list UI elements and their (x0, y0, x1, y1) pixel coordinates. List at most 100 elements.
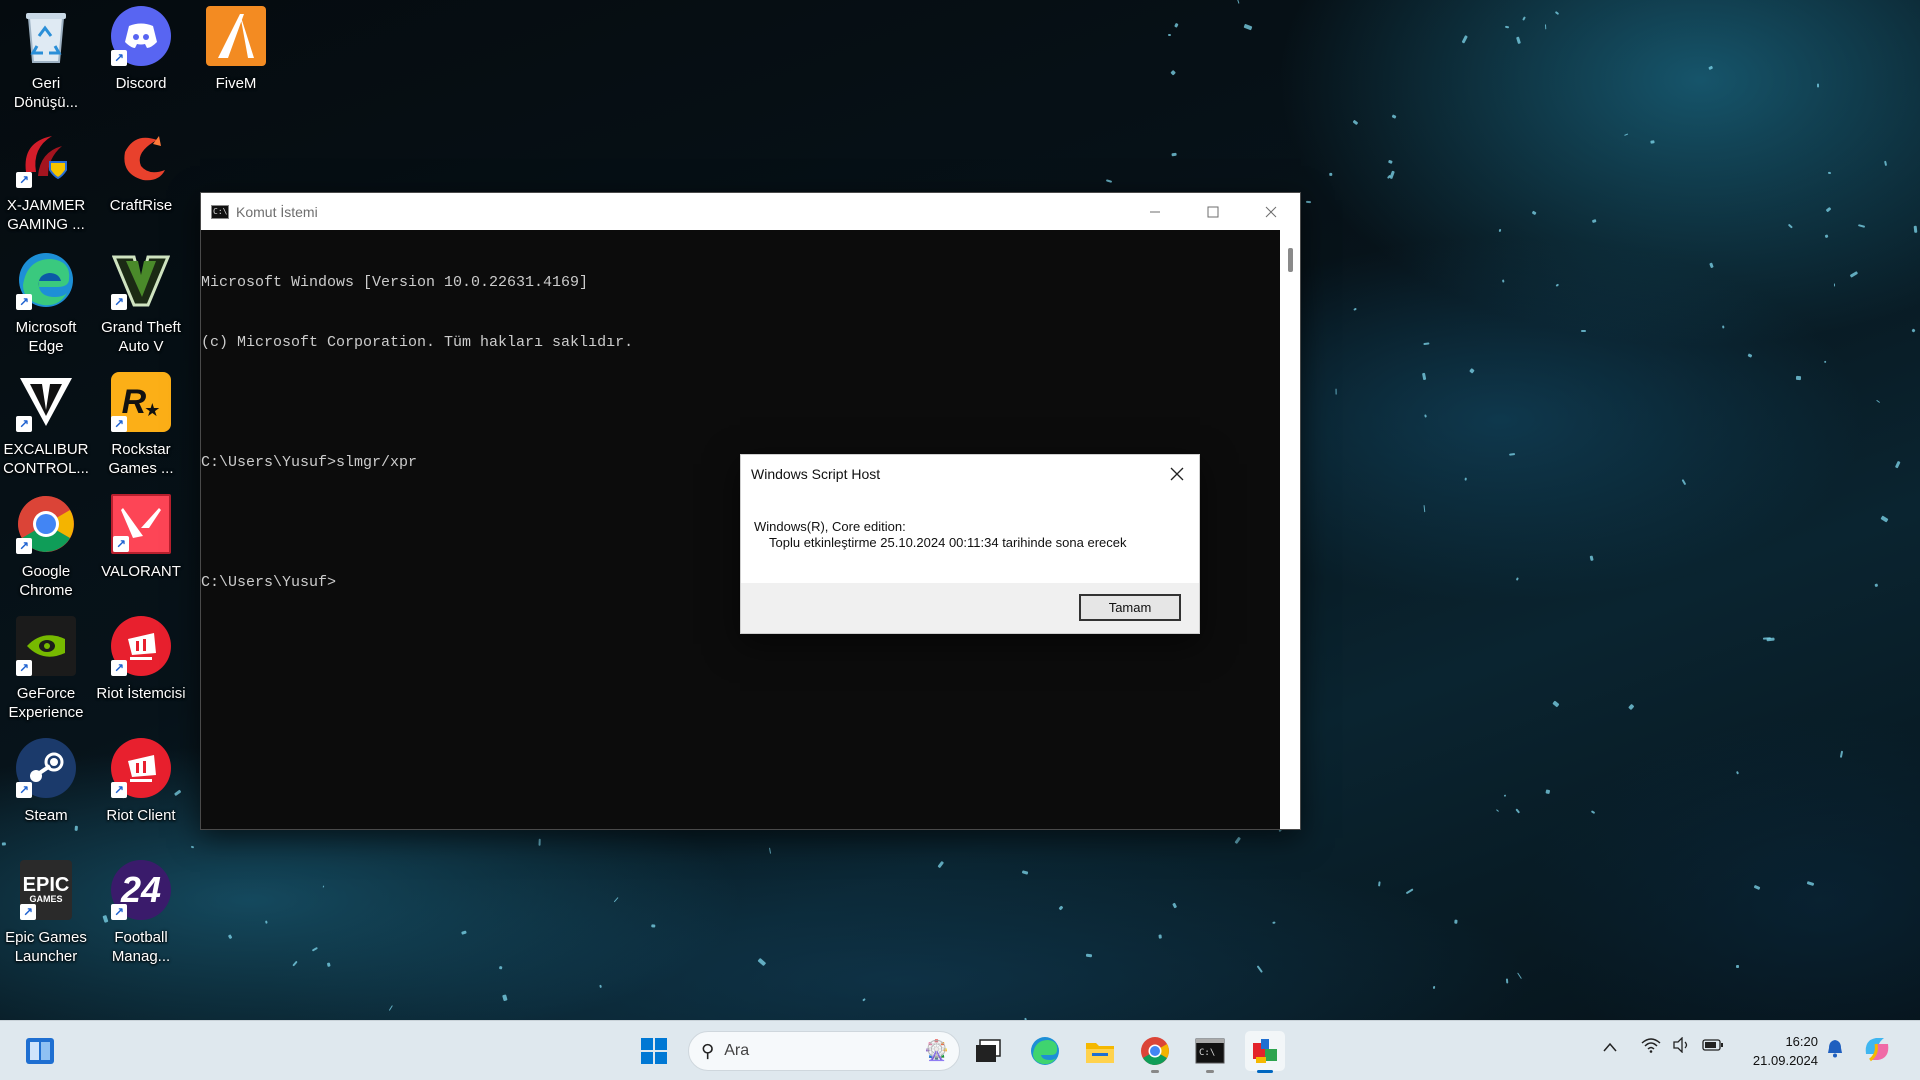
desktop-icon-steam[interactable]: ↗ Steam (1, 738, 91, 848)
epic-icon: EPIC GAMES ↗ (20, 860, 72, 920)
ok-button[interactable]: Tamam (1079, 594, 1181, 621)
wallpaper-spark (1914, 225, 1918, 234)
console-line: (c) Microsoft Corporation. Tüm hakları s… (201, 334, 634, 351)
desktop-icon-riot-istemcisi[interactable]: ↗ Riot İstemcisi (96, 616, 186, 726)
desktop-icon-epic[interactable]: EPIC GAMES ↗ Epic Games Launcher (1, 860, 91, 970)
desktop-icon-riot-client[interactable]: ↗ Riot Client (96, 738, 186, 848)
search-placeholder: Ara (724, 1042, 750, 1059)
wallpaper-spark (1158, 934, 1162, 939)
dialog-message-line2: Toplu etkinleştirme 25.10.2024 00:11:34 … (769, 535, 1127, 550)
wallpaper-spark (1839, 750, 1844, 758)
folder-icon (1086, 1043, 1114, 1063)
wallpaper-spark (498, 965, 502, 970)
desktop-icon-geforce[interactable]: ↗ GeForce Experience (1, 616, 91, 726)
clock[interactable]: 16:20 21.09.2024 (1738, 1032, 1818, 1070)
desktop-icon-fivem[interactable]: FiveM (191, 6, 281, 116)
desktop-icon-rockstar[interactable]: R ★ ↗ Rockstar Games ... (96, 372, 186, 482)
wallpaper-spark (1735, 964, 1740, 969)
wallpaper-spark (1432, 985, 1436, 990)
desktop-icon-label: Rockstar Games ... (108, 441, 174, 477)
wallpaper-spark (1763, 636, 1772, 640)
shortcut-arrow-icon: ↗ (111, 294, 127, 310)
wallpaper-spark (1627, 703, 1635, 710)
desktop-icon-label: Google Chrome (19, 563, 73, 599)
wallpaper-spark (322, 884, 325, 888)
wallpaper-spark (1389, 170, 1396, 180)
desktop-icon-label: Riot Client (106, 807, 176, 824)
wallpaper-spark (1874, 583, 1878, 587)
close-icon (1265, 206, 1277, 217)
clock-date: 21.09.2024 (1752, 1053, 1818, 1068)
wallpaper-spark (1167, 34, 1172, 37)
wallpaper-spark (1388, 160, 1393, 165)
taskbar-terminal[interactable]: C:\ (1190, 1031, 1230, 1073)
desktop-icon-excalibur[interactable]: ↗ EXCALIBUR CONTROL... (1, 372, 91, 482)
desktop-icon-football-manager[interactable]: 24 ↗ Football Manag... (96, 860, 186, 970)
shortcut-arrow-icon: ↗ (111, 660, 127, 676)
minimize-button[interactable] (1126, 193, 1184, 230)
wallpaper-spark (1423, 504, 1426, 512)
wallpaper-spark (1516, 36, 1522, 45)
shortcut-arrow-icon: ↗ (113, 536, 129, 552)
network-button[interactable] (1641, 1037, 1661, 1058)
desktop-icon-discord[interactable]: ↗ Discord (96, 6, 186, 116)
desktop-icon-chrome[interactable]: ↗ Google Chrome (1, 494, 91, 604)
shortcut-arrow-icon: ↗ (16, 294, 32, 310)
taskbar-edge[interactable] (1025, 1031, 1065, 1071)
desktop-icon-label: EXCALIBUR CONTROL... (3, 441, 89, 477)
taskbar-file-explorer[interactable] (1080, 1031, 1120, 1071)
wallpaper-spark (1502, 279, 1505, 283)
wallpaper-spark (598, 984, 602, 988)
volume-button[interactable] (1672, 1036, 1692, 1058)
desktop-icon-xjammer[interactable]: ↗ X-JAMMER GAMING ... (1, 128, 91, 238)
excalibur-icon: ↗ (16, 372, 76, 432)
wallpaper-spark (1424, 414, 1428, 418)
cmd-titlebar[interactable]: C:\ Komut İstemi (201, 193, 1300, 230)
wallpaper-spark (1454, 919, 1459, 924)
wallpaper-spark (1880, 515, 1889, 523)
vertical-scrollbar[interactable] (1280, 230, 1300, 829)
widgets-button[interactable] (20, 1031, 60, 1071)
taskbar-script-host[interactable] (1245, 1031, 1285, 1073)
wallpaper-spark (1875, 400, 1881, 404)
taskbar-search[interactable]: ⚲ Ara 🎡 (688, 1031, 960, 1071)
shortcut-arrow-icon: ↗ (16, 660, 32, 676)
wallpaper-spark (1461, 34, 1468, 44)
battery-button[interactable] (1702, 1038, 1724, 1057)
bell-icon (1828, 1040, 1842, 1058)
wallpaper-spark (937, 860, 945, 869)
script-host-dialog[interactable]: Windows Script Host Windows(R), Core edi… (740, 454, 1200, 634)
close-button[interactable] (1242, 193, 1300, 230)
show-hidden-icons-button[interactable] (1603, 1039, 1617, 1057)
wallpaper-spark (1911, 328, 1916, 333)
desktop-icon-label: Discord (115, 75, 167, 92)
notifications-button[interactable] (1826, 1038, 1844, 1063)
wallpaper-spark (1795, 375, 1802, 380)
desktop-icon-recycle-bin[interactable]: Geri Dönüşü... (1, 6, 91, 116)
copilot-button[interactable] (1862, 1034, 1892, 1069)
wallpaper-spark (1236, 0, 1240, 4)
scrollbar-thumb[interactable] (1288, 248, 1293, 272)
dialog-titlebar[interactable]: Windows Script Host (741, 455, 1199, 493)
wallpaper-spark (1244, 23, 1253, 31)
desktop-icon-gta[interactable]: ↗ Grand Theft Auto V (96, 250, 186, 360)
wallpaper-spark (292, 960, 299, 967)
search-icon: ⚲ (701, 1040, 715, 1061)
desktop-icon-label: VALORANT (101, 563, 181, 580)
task-view-button[interactable] (968, 1031, 1008, 1071)
maximize-button[interactable] (1184, 193, 1242, 230)
dialog-close-button[interactable] (1155, 455, 1199, 493)
wallpaper-spark (862, 998, 866, 1002)
desktop-icon-valorant[interactable]: ↗ VALORANT (96, 494, 186, 604)
wallpaper-spark (1828, 171, 1833, 175)
wallpaper-spark (1555, 283, 1560, 287)
desktop-icon-edge[interactable]: ↗ Microsoft Edge (1, 250, 91, 360)
start-button[interactable] (634, 1031, 674, 1071)
wallpaper-spark (1522, 16, 1526, 21)
wallpaper-spark (1170, 69, 1177, 76)
taskbar-chrome[interactable] (1135, 1031, 1175, 1073)
desktop-icon-label: Riot İstemcisi (96, 685, 186, 702)
wallpaper-spark (1592, 219, 1597, 223)
wallpaper-spark (1377, 881, 1381, 887)
desktop-icon-craftrise[interactable]: CraftRise (96, 128, 186, 238)
